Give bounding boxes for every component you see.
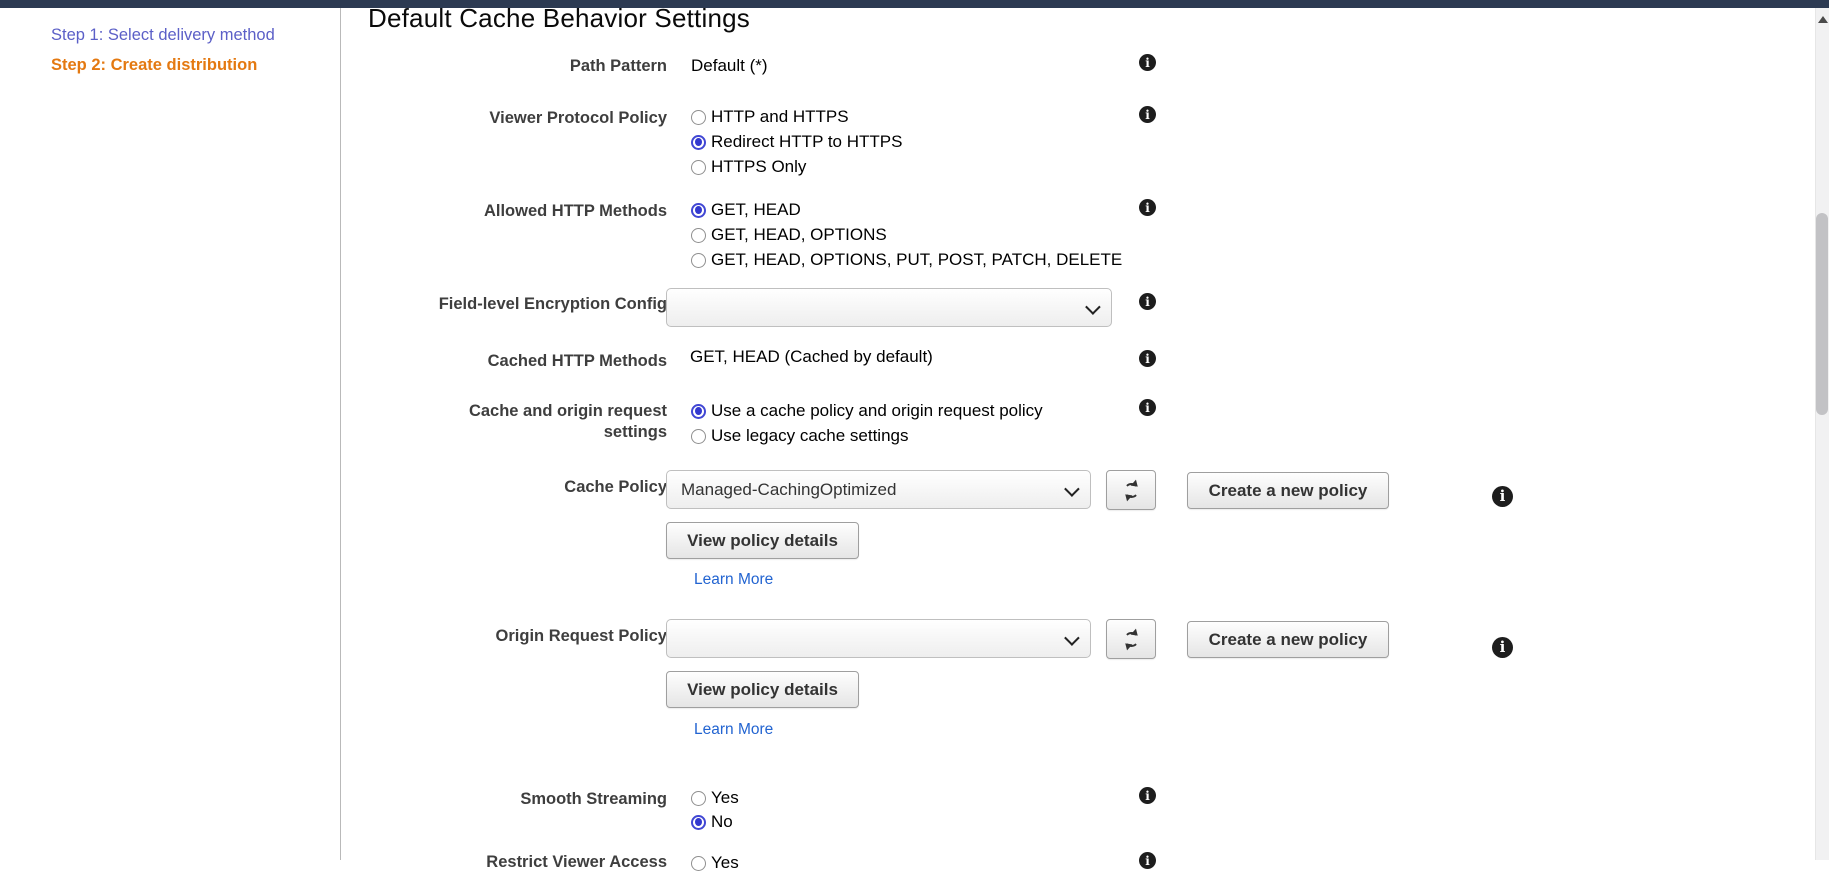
origin-request-policy-learn-more-link[interactable]: Learn More xyxy=(694,721,773,739)
origin-request-policy-details-button[interactable]: View policy details xyxy=(666,671,859,708)
info-icon[interactable] xyxy=(1139,106,1156,123)
allowed-http-methods-label: Allowed HTTP Methods xyxy=(341,201,667,222)
cache-policy-details-button[interactable]: View policy details xyxy=(666,522,859,559)
radio-option-label: HTTPS Only xyxy=(711,157,806,177)
origin-request-policy-label: Origin Request Policy xyxy=(341,626,667,647)
sidebar-divider xyxy=(340,8,341,860)
cached-http-methods-label: Cached HTTP Methods xyxy=(341,351,667,372)
sidebar-step-1-link[interactable]: Step 1: Select delivery method xyxy=(51,26,275,45)
smooth-streaming-label: Smooth Streaming xyxy=(341,789,667,810)
origin-request-policy-refresh-button[interactable] xyxy=(1106,619,1156,659)
info-icon[interactable] xyxy=(1139,293,1156,310)
radio-option-label: Yes xyxy=(711,788,739,808)
chevron-down-icon xyxy=(1064,481,1080,497)
refresh-icon xyxy=(1124,483,1139,498)
info-icon[interactable] xyxy=(1139,54,1156,71)
info-icon[interactable] xyxy=(1139,399,1156,416)
top-navbar-edge xyxy=(0,0,1829,8)
radio-option-label: Yes xyxy=(711,853,739,873)
radio-option-label: Redirect HTTP to HTTPS xyxy=(711,132,902,152)
radio-use-legacy-cache[interactable] xyxy=(691,429,706,444)
restrict-viewer-access-label: Restrict Viewer Access xyxy=(341,852,667,873)
scrollbar-up-arrow-icon[interactable] xyxy=(1818,16,1828,23)
radio-option-label: Use legacy cache settings xyxy=(711,426,909,446)
chevron-down-icon xyxy=(1085,299,1101,315)
cache-policy-label: Cache Policy xyxy=(341,477,667,498)
field-level-encryption-select[interactable] xyxy=(666,288,1112,327)
cache-policy-create-button[interactable]: Create a new policy xyxy=(1187,472,1389,509)
info-icon[interactable] xyxy=(1139,199,1156,216)
origin-request-policy-create-button[interactable]: Create a new policy xyxy=(1187,621,1389,658)
radio-smooth-streaming-no[interactable] xyxy=(691,815,706,830)
info-icon[interactable] xyxy=(1139,852,1156,869)
radio-redirect-http-to-https[interactable] xyxy=(691,135,706,150)
field-level-encryption-label: Field-level Encryption Config xyxy=(341,294,667,315)
page-title: Default Cache Behavior Settings xyxy=(368,3,750,34)
cache-policy-select[interactable]: Managed-CachingOptimized xyxy=(666,470,1091,509)
cached-http-methods-value: GET, HEAD (Cached by default) xyxy=(690,347,933,367)
radio-option-label: GET, HEAD xyxy=(711,200,801,220)
radio-get-head-options[interactable] xyxy=(691,228,706,243)
info-icon[interactable] xyxy=(1492,486,1513,507)
cache-policy-learn-more-link[interactable]: Learn More xyxy=(694,571,773,589)
path-pattern-value: Default (*) xyxy=(691,56,768,76)
radio-restrict-viewer-access-yes[interactable] xyxy=(691,856,706,871)
radio-get-head[interactable] xyxy=(691,203,706,218)
origin-request-policy-select[interactable] xyxy=(666,619,1091,658)
info-icon[interactable] xyxy=(1139,350,1156,367)
sidebar-step-2-current: Step 2: Create distribution xyxy=(51,56,257,75)
cache-origin-settings-label: Cache and origin request settings xyxy=(451,401,667,443)
cache-policy-refresh-button[interactable] xyxy=(1106,470,1156,510)
radio-option-label: HTTP and HTTPS xyxy=(711,107,849,127)
radio-http-and-https[interactable] xyxy=(691,110,706,125)
info-icon[interactable] xyxy=(1139,787,1156,804)
radio-option-label: Use a cache policy and origin request po… xyxy=(711,401,1043,421)
radio-all-methods[interactable] xyxy=(691,253,706,268)
select-value: Managed-CachingOptimized xyxy=(681,480,896,500)
chevron-down-icon xyxy=(1064,630,1080,646)
scrollbar-track[interactable] xyxy=(1815,8,1829,860)
radio-option-label: No xyxy=(711,812,733,832)
path-pattern-label: Path Pattern xyxy=(341,56,667,77)
radio-smooth-streaming-yes[interactable] xyxy=(691,791,706,806)
refresh-icon xyxy=(1124,632,1139,647)
radio-use-cache-policy[interactable] xyxy=(691,404,706,419)
radio-option-label: GET, HEAD, OPTIONS, PUT, POST, PATCH, DE… xyxy=(711,250,1122,270)
info-icon[interactable] xyxy=(1492,637,1513,658)
viewer-protocol-policy-label: Viewer Protocol Policy xyxy=(341,108,667,129)
scrollbar-thumb[interactable] xyxy=(1816,213,1828,415)
radio-option-label: GET, HEAD, OPTIONS xyxy=(711,225,887,245)
radio-https-only[interactable] xyxy=(691,160,706,175)
